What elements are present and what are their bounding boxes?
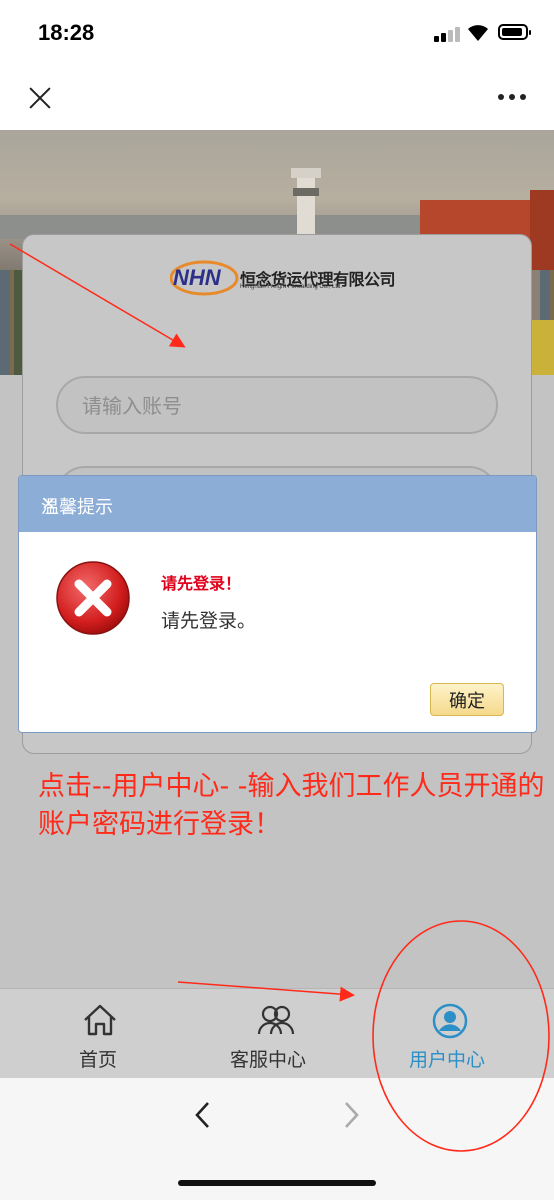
forward-arrow-icon[interactable] [340, 1100, 362, 1130]
back-arrow-icon[interactable] [192, 1100, 214, 1130]
tab-customer-service-label: 客服中心 [230, 1049, 307, 1071]
tab-user-center-label: 用户中心 [409, 1049, 486, 1071]
dialog-message-text: 请先登录。 [161, 610, 257, 632]
company-name-en: Hengnian Freight Forwarding Co., Ltd. [240, 284, 343, 290]
account-input[interactable] [80, 389, 474, 423]
browser-toolbar [0, 1078, 554, 1200]
cellular-signal-icon [434, 26, 462, 42]
customer-service-icon [257, 1005, 295, 1035]
status-bar: 18:28 [0, 0, 554, 66]
dialog-header: 温馨提示 × [19, 476, 536, 532]
bottom-tab-bar: 首页 客服中心 用户中心 [0, 988, 554, 1079]
alert-dialog: 温馨提示 × 请先登录！ 请先登录。 确定 [18, 475, 537, 733]
close-icon[interactable] [26, 84, 54, 112]
dialog-message-title: 请先登录！ [161, 574, 242, 593]
error-icon [56, 561, 130, 635]
dialog-close-icon[interactable]: × [41, 493, 520, 514]
yellow-container [532, 320, 554, 375]
user-center-icon [432, 1003, 468, 1039]
logo-letters: NHN [173, 265, 222, 290]
more-options-icon[interactable] [498, 94, 526, 102]
tab-user-center[interactable]: 用户中心 [398, 989, 508, 1079]
battery-icon [498, 24, 531, 40]
webview-nav-bar [0, 66, 554, 130]
tab-home-label: 首页 [79, 1049, 118, 1071]
status-time: 18:28 [38, 20, 95, 45]
account-field[interactable] [56, 376, 498, 434]
confirm-button[interactable]: 确定 [430, 683, 504, 716]
home-icon [84, 1004, 116, 1036]
tab-home[interactable]: 首页 [60, 989, 144, 1079]
home-indicator [178, 1180, 376, 1186]
tab-customer-service[interactable]: 客服中心 [222, 989, 332, 1079]
wifi-icon [468, 25, 488, 41]
annotation-text: 点击--用户中心- -输入我们工作人员开通的账户密码进行登录！ [38, 771, 545, 840]
